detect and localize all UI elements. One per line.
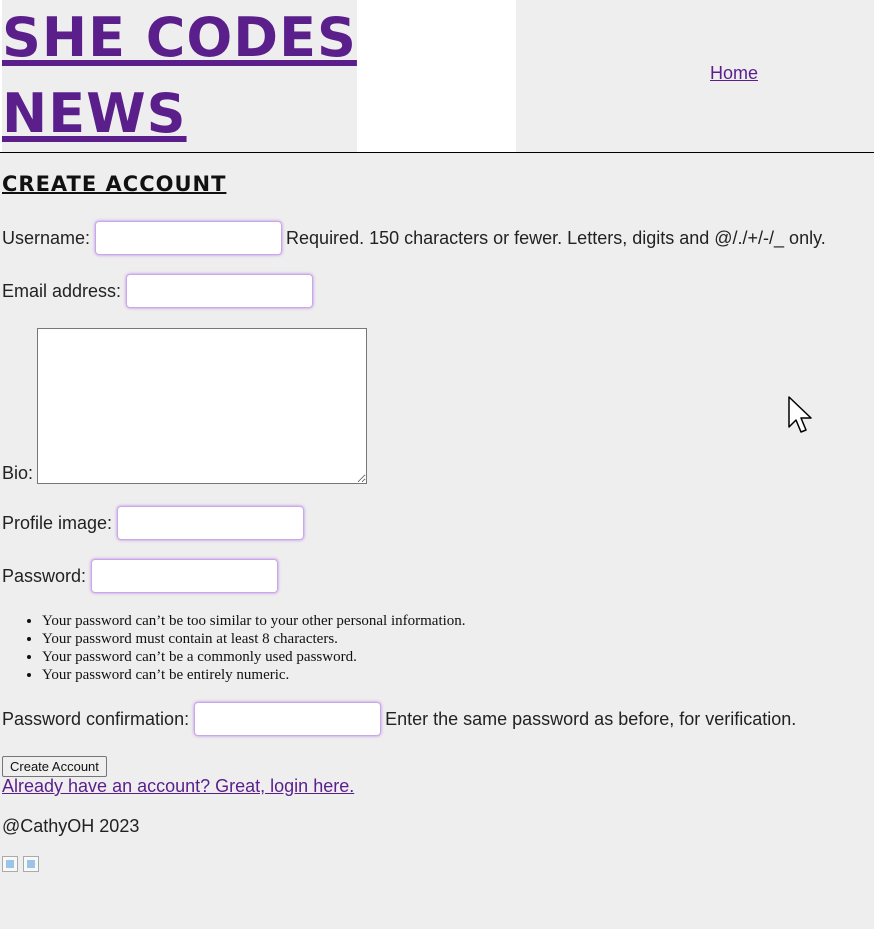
email-input[interactable]: [126, 274, 314, 308]
nav-home-link[interactable]: Home: [710, 63, 758, 84]
create-account-button[interactable]: Create Account: [2, 756, 107, 777]
bio-row: Bio:: [2, 328, 368, 484]
broken-image-icon[interactable]: [2, 856, 18, 872]
brand-title-line1: SHE CODES: [2, 0, 357, 76]
mouse-cursor-icon: [788, 396, 812, 433]
bio-textarea[interactable]: [37, 328, 368, 484]
password-confirm-input[interactable]: [194, 702, 382, 736]
page-title: CREATE ACCOUNT: [2, 172, 227, 196]
password-confirm-help-text: Enter the same password as before, for v…: [385, 708, 797, 729]
password-rule: Your password can’t be a commonly used p…: [42, 648, 466, 666]
username-label: Username:: [2, 227, 91, 248]
brand-title-line2: NEWS: [2, 76, 187, 152]
password-row: Password:: [2, 559, 279, 593]
profile-image-input[interactable]: [117, 506, 305, 540]
bio-label: Bio:: [2, 463, 34, 483]
password-rules-list: Your password can’t be too similar to yo…: [2, 612, 466, 684]
profile-image-row: Profile image:: [2, 506, 305, 540]
username-input[interactable]: [95, 221, 283, 255]
broken-image-icon[interactable]: [23, 856, 39, 872]
password-confirm-label: Password confirmation:: [2, 708, 190, 729]
footer-copyright: @CathyOH 2023: [2, 816, 140, 836]
profile-image-label: Profile image:: [2, 512, 113, 533]
brand-logo-link[interactable]: SHE CODES NEWS: [2, 0, 357, 152]
email-label: Email address:: [2, 280, 122, 301]
password-label: Password:: [2, 565, 87, 586]
login-link[interactable]: Already have an account? Great, login he…: [2, 776, 354, 797]
email-row: Email address:: [2, 274, 314, 308]
password-rule: Your password can’t be too similar to yo…: [42, 612, 466, 630]
password-rule: Your password can’t be entirely numeric.: [42, 666, 466, 684]
username-help-text: Required. 150 characters or fewer. Lette…: [286, 227, 826, 248]
password-input[interactable]: [91, 559, 279, 593]
password-rule: Your password must contain at least 8 ch…: [42, 630, 466, 648]
username-row: Username: Required. 150 characters or fe…: [2, 221, 826, 255]
password-confirm-row: Password confirmation: Enter the same pa…: [2, 702, 796, 736]
site-header: SHE CODES NEWS Home: [0, 0, 874, 153]
